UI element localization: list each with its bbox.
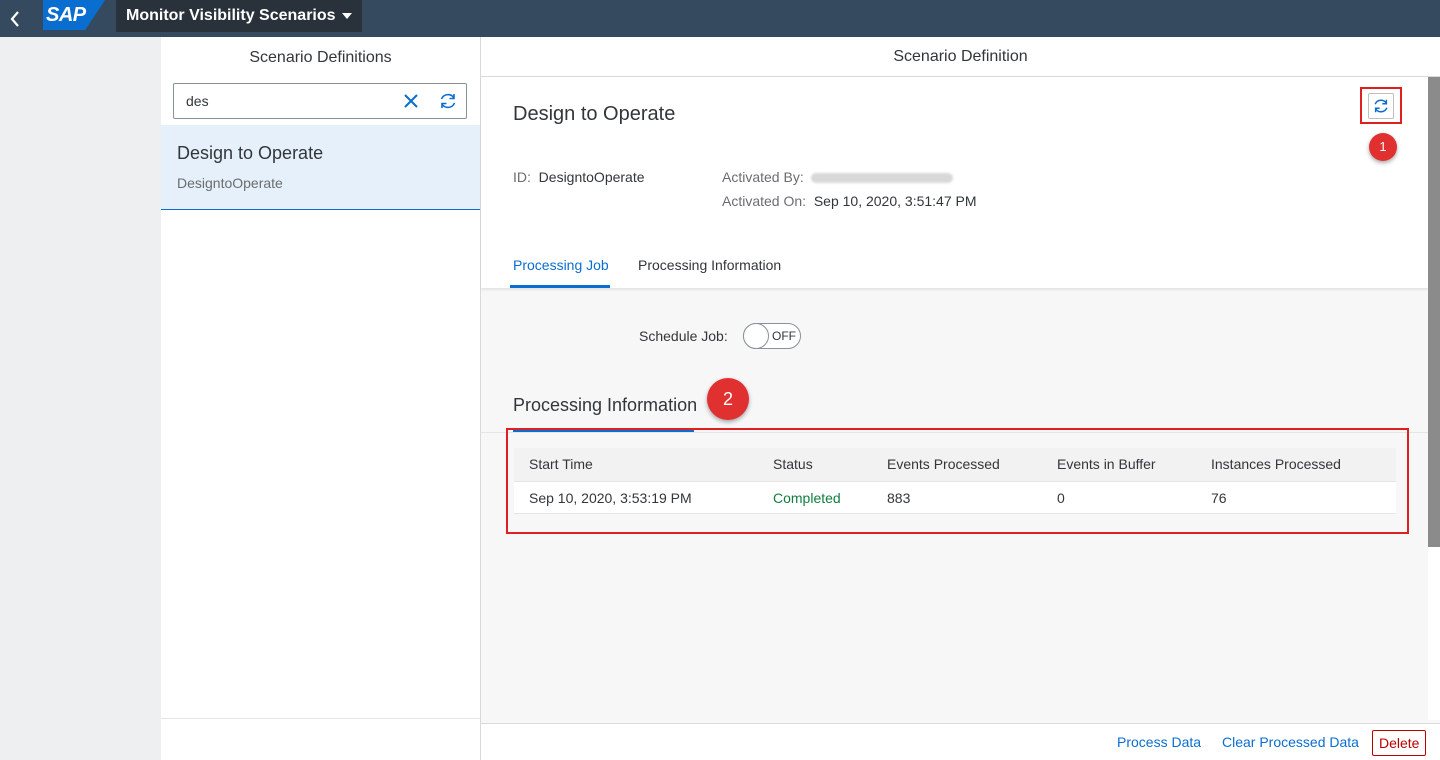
cell-events-processed: 883	[887, 490, 911, 506]
callout-badge-1: 1	[1369, 133, 1397, 161]
column-header-status: Status	[773, 456, 813, 472]
master-panel: Scenario Definitions Design to Operate D…	[161, 37, 481, 760]
refresh-icon	[1374, 99, 1388, 113]
search-field[interactable]	[173, 83, 467, 119]
footer-toolbar: Process Data Clear Processed Data Delete	[481, 723, 1440, 760]
column-header-events-buffer: Events in Buffer	[1057, 456, 1156, 472]
refresh-button[interactable]	[1368, 93, 1394, 119]
master-footer	[161, 718, 480, 760]
cell-start-time: Sep 10, 2020, 3:53:19 PM	[529, 490, 692, 506]
id-label: ID:	[513, 169, 531, 185]
cell-status: Completed	[773, 490, 841, 506]
process-data-button[interactable]: Process Data	[1117, 724, 1201, 760]
caret-down-icon	[341, 13, 352, 19]
tab-active-indicator	[510, 285, 610, 288]
app-title: Monitor Visibility Scenarios	[126, 7, 336, 24]
column-header-start-time: Start Time	[529, 456, 593, 472]
tab-processing-job[interactable]: Processing Job	[513, 257, 609, 273]
scrollbar-thumb[interactable]	[1428, 77, 1440, 547]
processing-table: Start Time Status Events Processed Event…	[514, 448, 1396, 514]
back-button[interactable]	[0, 0, 30, 37]
switch-knob	[743, 323, 769, 349]
tab-processing-information[interactable]: Processing Information	[638, 257, 781, 273]
object-header: Design to Operate 1 ID: DesigntoOperate …	[481, 77, 1428, 288]
list-item-subtitle: DesigntoOperate	[177, 175, 283, 191]
activated-on-label: Activated On:	[722, 193, 807, 209]
detail-panel: Scenario Definition Design to Operate 1 …	[481, 37, 1440, 760]
cell-events-buffer: 0	[1057, 490, 1065, 506]
activated-on-field: Activated On: Sep 10, 2020, 3:51:47 PM	[722, 193, 977, 209]
refresh-icon[interactable]	[438, 91, 458, 111]
id-field: ID: DesigntoOperate	[513, 169, 645, 185]
chevron-left-icon	[10, 10, 19, 27]
delete-button[interactable]: Delete	[1372, 730, 1427, 756]
object-title: Design to Operate	[513, 103, 676, 125]
sap-logo: SAP	[43, 0, 105, 30]
column-header-events-processed: Events Processed	[887, 456, 1000, 472]
switch-state: OFF	[772, 329, 796, 343]
detail-title: Scenario Definition	[481, 37, 1440, 77]
table-row[interactable]: Sep 10, 2020, 3:53:19 PM Completed 883 0…	[514, 482, 1396, 514]
callout-badge-2: 2	[707, 378, 749, 420]
shell-bar: SAP Monitor Visibility Scenarios	[0, 0, 1440, 37]
list-item[interactable]: Design to Operate DesigntoOperate	[161, 125, 480, 210]
cell-instances-processed: 76	[1211, 490, 1227, 506]
id-value: DesigntoOperate	[538, 169, 645, 185]
activated-by-label: Activated By:	[722, 169, 804, 185]
clear-processed-data-button[interactable]: Clear Processed Data	[1222, 724, 1359, 760]
schedule-job-label: Schedule Job:	[639, 328, 728, 344]
app-title-menu[interactable]: Monitor Visibility Scenarios	[116, 0, 362, 32]
section-title: Processing Information	[513, 395, 698, 415]
clear-icon[interactable]	[402, 92, 420, 110]
schedule-job-switch[interactable]: OFF	[743, 323, 801, 349]
activated-by-field: Activated By:	[722, 169, 954, 185]
list-item-title: Design to Operate	[177, 143, 324, 163]
activated-by-value-redacted	[811, 173, 954, 184]
activated-on-value: Sep 10, 2020, 3:51:47 PM	[813, 193, 977, 209]
search-input[interactable]	[174, 84, 394, 118]
column-header-instances-processed: Instances Processed	[1211, 456, 1341, 472]
table-header-row: Start Time Status Events Processed Event…	[514, 448, 1396, 482]
master-title: Scenario Definitions	[249, 49, 392, 66]
